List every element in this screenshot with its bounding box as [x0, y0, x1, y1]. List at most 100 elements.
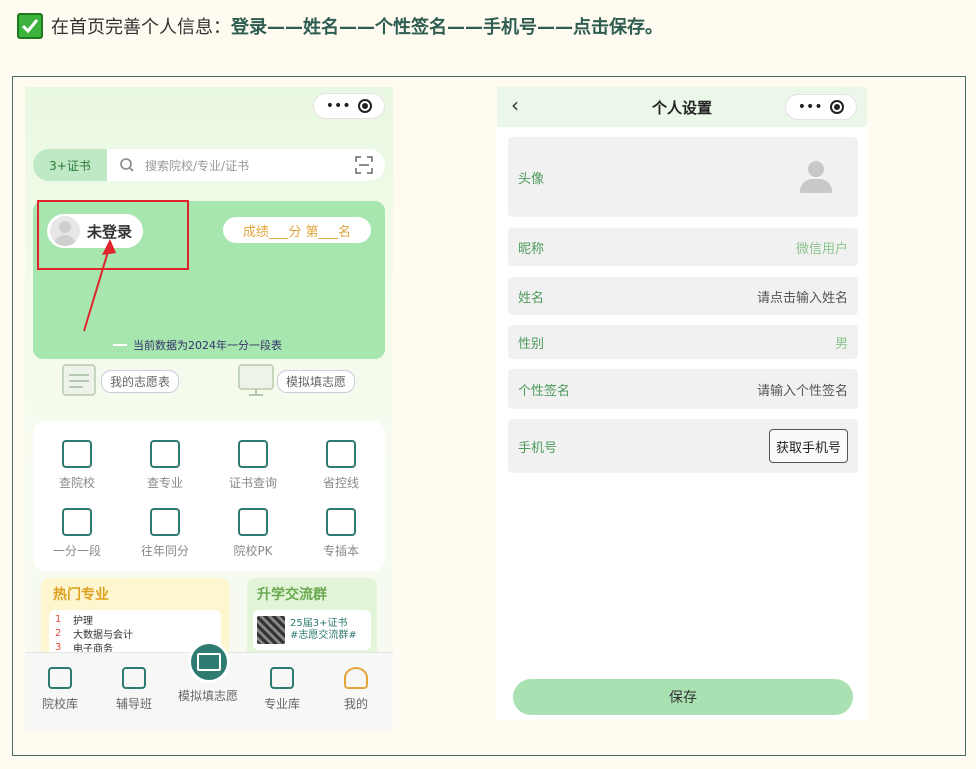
avatar-placeholder-icon[interactable]: [798, 159, 834, 195]
quick-link-wishlist[interactable]: 我的志愿表: [61, 359, 180, 403]
sliders-icon: [326, 440, 356, 468]
school-icon: [48, 667, 72, 689]
search-bar[interactable]: 3+证书 搜索院校/专业/证书: [33, 149, 385, 181]
cert-tab[interactable]: 3+证书: [33, 149, 107, 181]
cert-tab-label: 3+证书: [49, 158, 91, 173]
row-phone[interactable]: 手机号 获取手机号: [508, 419, 858, 473]
row-nickname[interactable]: 昵称 微信用户: [508, 228, 858, 266]
row-label: 个性签名: [518, 383, 571, 399]
close-target-icon[interactable]: [358, 99, 373, 113]
data-note: 当前数据为2024年一分一段表: [113, 337, 282, 353]
miniprogram-capsule[interactable]: •••: [785, 94, 857, 120]
more-icon[interactable]: •••: [326, 98, 351, 114]
grid-item-same-score[interactable]: 往年同分: [121, 493, 209, 559]
list-item[interactable]: 1 护理: [55, 612, 215, 627]
signature-input[interactable]: 请输入个性签名: [757, 380, 848, 399]
rank: 2: [55, 627, 62, 639]
nickname-value: 微信用户: [795, 241, 848, 257]
grid-item-label: 查专业: [146, 476, 183, 490]
quick-link-wishlist-label: 我的志愿表: [101, 369, 180, 393]
grid-item-majors[interactable]: 查专业: [121, 425, 209, 491]
group-card[interactable]: 25届3+证书 #志愿交流群#: [253, 610, 371, 650]
tab-label: 辅导班: [115, 697, 152, 711]
wishlist-icon: [62, 364, 96, 396]
pointer-arrow-icon: [83, 239, 116, 332]
settings-screen: ‹ 个人设置 ••• 头像 昵称 微信用户 姓名 请点击输入姓名 性别 男 个性…: [497, 87, 867, 720]
tab-label: 我的: [343, 697, 368, 711]
instruction-line: 在首页完善个人信息： 登录——姓名——个性签名——手机号——点击保存。: [17, 12, 663, 40]
tab-majors[interactable]: 专业库: [247, 667, 317, 712]
home-screen: ••• 3+证书 搜索院校/专业/证书 未登录 成绩___分 第___名 当前数…: [25, 87, 393, 730]
row-label: 手机号: [518, 440, 558, 456]
simulate-center-icon[interactable]: [188, 641, 230, 683]
score-pill: 成绩___分 第___名: [223, 217, 371, 243]
grid-item-control-line[interactable]: 省控线: [297, 425, 385, 491]
function-grid: 查院校 查专业 证书查询 省控线 一分一段 往年同分 院校PK 专插本: [33, 421, 385, 571]
qr-code-icon: [257, 616, 285, 644]
more-icon[interactable]: •••: [798, 99, 823, 115]
instruction-steps: 登录——姓名——个性签名——手机号——点击保存。: [231, 17, 663, 38]
row-gender[interactable]: 性别 男: [508, 325, 858, 359]
grid-item-label: 省控线: [322, 476, 359, 490]
miniprogram-capsule[interactable]: •••: [313, 93, 385, 119]
major-name: 大数据与会计: [73, 629, 133, 641]
quick-link-simulate-label: 模拟填志愿: [277, 369, 356, 393]
group-title: 升学交流群: [257, 587, 327, 603]
pk-icon: [238, 508, 268, 536]
group-line1: 25届3+证书: [290, 618, 348, 629]
certificate-icon: [238, 440, 268, 468]
hot-majors-title: 热门专业: [53, 587, 109, 603]
monitor-icon: [238, 364, 274, 396]
tab-simulate[interactable]: 模拟填志愿: [173, 687, 243, 704]
grid-item-score-rank[interactable]: 一分一段: [33, 493, 121, 559]
instruction-prefix: 在首页完善个人信息：: [51, 17, 231, 38]
grid-item-label: 往年同分: [140, 544, 189, 558]
classroom-icon: [122, 667, 146, 689]
grid-item-upgrade[interactable]: 专插本: [297, 493, 385, 559]
row-name[interactable]: 姓名 请点击输入姓名: [508, 277, 858, 315]
group-panel[interactable]: 升学交流群 25届3+证书 #志愿交流群#: [247, 578, 377, 658]
get-phone-button[interactable]: 获取手机号: [768, 429, 848, 463]
bottom-tabbar: 院校库 辅导班 模拟填志愿 专业库 我的: [25, 641, 393, 730]
tab-label: 模拟填志愿: [177, 689, 238, 703]
search-input[interactable]: 搜索院校/专业/证书: [145, 157, 355, 174]
grid-item-colleges[interactable]: 查院校: [33, 425, 121, 491]
nav-bar: ‹ 个人设置 •••: [497, 87, 867, 127]
grid-item-label: 专插本: [322, 544, 359, 558]
row-label: 头像: [518, 171, 545, 187]
target-icon: [150, 508, 180, 536]
grid-item-college-pk[interactable]: 院校PK: [209, 493, 297, 559]
gender-value[interactable]: 男: [835, 333, 848, 352]
row-avatar[interactable]: 头像: [508, 137, 858, 217]
book-icon: [150, 440, 180, 468]
rank: 1: [55, 613, 62, 625]
rank: 3: [55, 641, 62, 653]
grid-item-certificate[interactable]: 证书查询: [209, 425, 297, 491]
quick-link-simulate[interactable]: 模拟填志愿: [237, 359, 356, 403]
save-button[interactable]: 保存: [513, 679, 853, 715]
school-icon: [62, 440, 92, 468]
tab-label: 院校库: [41, 697, 78, 711]
tab-colleges[interactable]: 院校库: [25, 667, 95, 712]
close-target-icon[interactable]: [830, 100, 845, 114]
tab-tutoring[interactable]: 辅导班: [99, 667, 169, 712]
row-label: 昵称: [518, 241, 545, 257]
scan-icon[interactable]: [355, 156, 373, 174]
person-icon: [344, 667, 368, 689]
book-icon: [270, 667, 294, 689]
grid-item-label: 院校PK: [233, 544, 273, 558]
major-name: 护理: [73, 615, 93, 627]
chart-icon: [62, 508, 92, 536]
row-label: 姓名: [518, 290, 545, 306]
list-item[interactable]: 2 大数据与会计: [55, 626, 215, 641]
tab-label: 专业库: [263, 697, 300, 711]
name-input[interactable]: 请点击输入姓名: [757, 287, 848, 306]
grid-item-label: 查院校: [58, 476, 95, 490]
tab-mine[interactable]: 我的: [321, 667, 391, 712]
checkmark-icon: [17, 13, 43, 39]
flag-icon: [326, 508, 356, 536]
grid-item-label: 证书查询: [228, 476, 277, 490]
grid-item-label: 一分一段: [52, 544, 101, 558]
row-signature[interactable]: 个性签名 请输入个性签名: [508, 369, 858, 409]
search-icon: [120, 158, 134, 172]
